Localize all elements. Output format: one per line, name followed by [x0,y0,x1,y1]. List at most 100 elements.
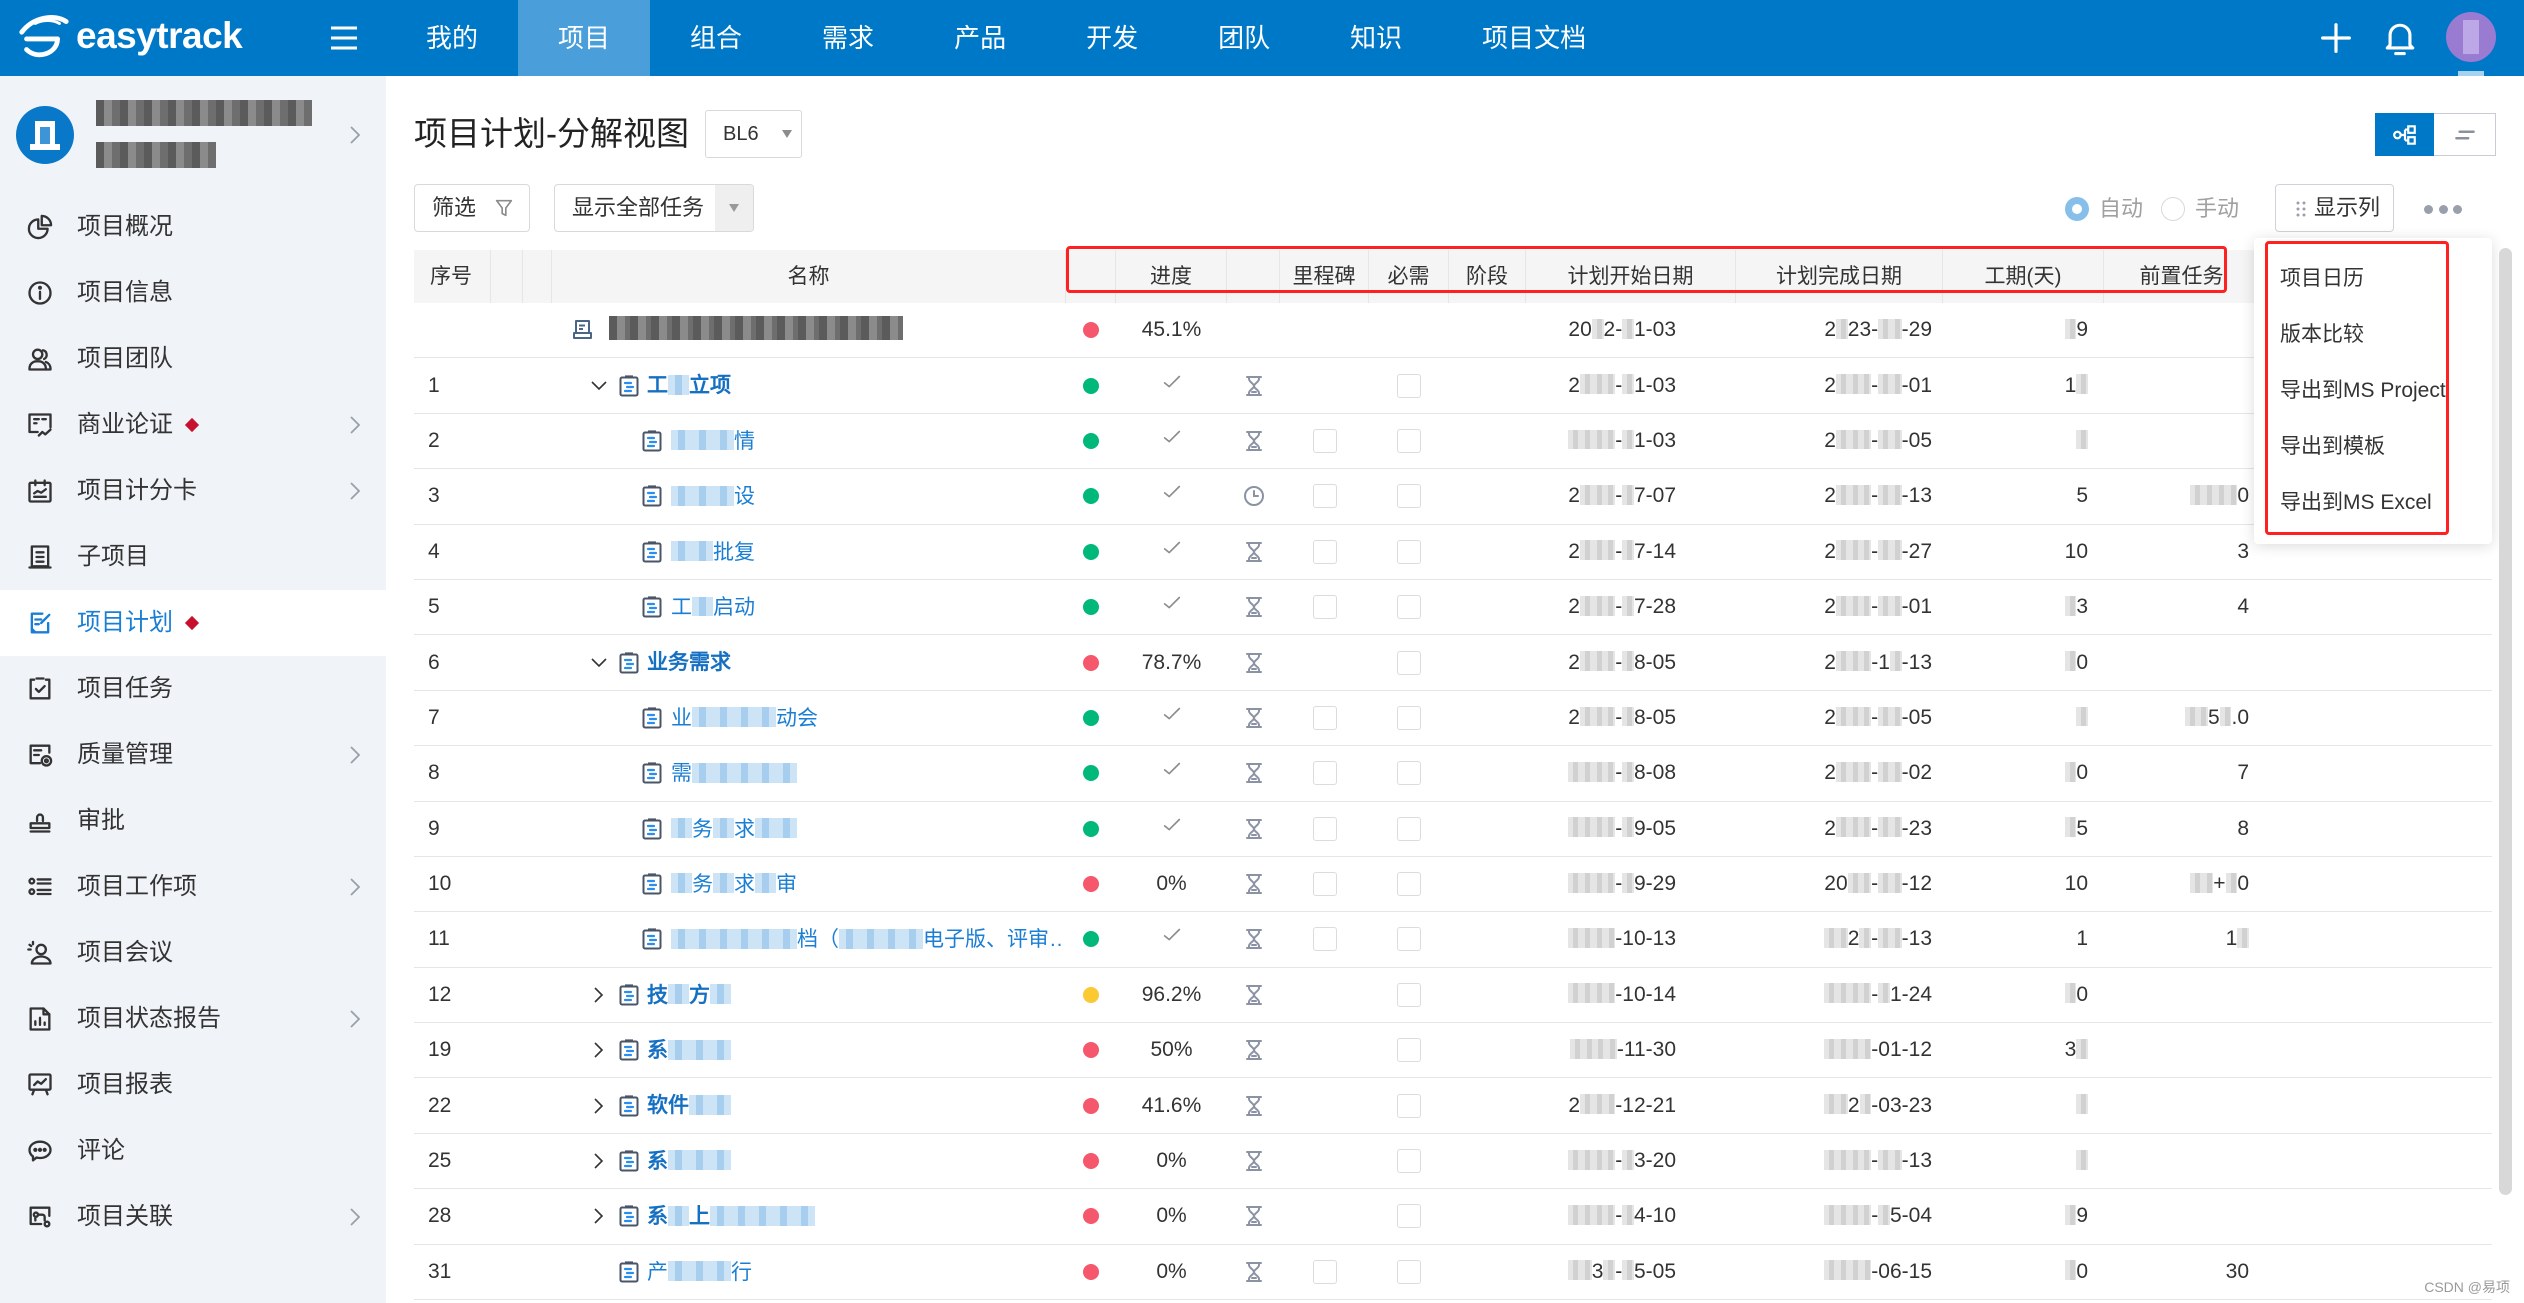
chevron-right-icon[interactable] [346,123,364,147]
column-header-phase[interactable]: 阶段 [1449,250,1526,303]
sidebar-item-subprojects[interactable]: 子项目 [0,524,386,590]
table-row[interactable]: 25 系 0% -3-20 - -13 [414,1133,2492,1190]
table-row[interactable]: 6 业务需求 78.7% 2-8-05 2 -1 -13 0 [414,635,2492,691]
tree-view-button[interactable] [2375,113,2434,156]
nav-tab-mine[interactable]: 我的 [386,0,518,76]
task-name-link[interactable]: 业动会 [671,691,818,745]
chevron-right-icon[interactable] [346,413,364,437]
nav-tab-products[interactable]: 产品 [914,0,1046,76]
table-row[interactable]: 2 情 -1-03 2- -05 [414,413,2492,470]
column-header-duration[interactable]: 工期(天) [1943,250,2104,303]
list-view-button[interactable] [2434,113,2496,156]
required-checkbox[interactable] [1397,539,1421,564]
column-header-planned-finish[interactable]: 计划完成日期 [1736,250,1943,303]
column-header-required[interactable]: 必需 [1369,250,1449,303]
task-name-link[interactable]: 设 [671,469,755,523]
table-row[interactable]: 9 务求 -9-05 2- -23 5 8 [414,801,2492,857]
sidebar-item-tasks[interactable]: 项目任务 [0,656,386,722]
task-name-link[interactable]: 业务需求 [647,635,731,689]
required-checkbox[interactable] [1397,595,1421,620]
task-name-link[interactable]: 系上 [647,1189,815,1243]
easytrack-logo-icon[interactable] [14,9,72,67]
nav-tab-portfolio[interactable]: 组合 [650,0,782,76]
required-checkbox[interactable] [1397,927,1421,952]
chevron-right-icon[interactable] [589,1151,609,1171]
chevron-right-icon[interactable] [589,1206,609,1226]
menu-item-version-compare[interactable]: 版本比较 [2280,307,2364,363]
sidebar-item-business-case[interactable]: 商业论证 [0,392,386,458]
menu-item-export-template[interactable]: 导出到模板 [2280,419,2385,475]
sidebar-item-status-report[interactable]: 项目状态报告 [0,986,386,1052]
chevron-right-icon[interactable] [589,1096,609,1116]
required-checkbox[interactable] [1397,982,1421,1007]
sidebar-item-info[interactable]: 项目信息 [0,260,386,326]
schedule-mode-manual-label[interactable]: 手动 [2195,190,2239,228]
vertical-scrollbar[interactable] [2499,248,2512,1195]
required-checkbox[interactable] [1397,650,1421,675]
chevron-right-icon[interactable] [346,1007,364,1031]
required-checkbox[interactable] [1397,1259,1421,1284]
column-header-planned-start[interactable]: 计划开始日期 [1526,250,1736,303]
schedule-mode-manual-radio[interactable] [2161,197,2185,221]
sidebar-item-overview[interactable]: 项目概况 [0,194,386,260]
column-header-name[interactable]: 名称 [552,250,1066,303]
menu-item-project-calendar[interactable]: 项目日历 [2280,251,2364,307]
required-checkbox[interactable] [1397,1038,1421,1063]
milestone-checkbox[interactable] [1312,872,1337,897]
chevron-right-icon[interactable] [346,1205,364,1229]
sidebar-item-plan[interactable]: 项目计划 [0,590,386,656]
chevron-right-icon[interactable] [346,743,364,767]
chevron-down-icon[interactable] [589,376,609,396]
milestone-checkbox[interactable] [1312,539,1337,564]
table-row[interactable]: 28 系上 0% -4-10 -5-04 9 [414,1189,2492,1245]
table-row[interactable]: 7 业动会 2-8-05 2- -05 5.0 [414,690,2492,747]
chevron-right-icon[interactable] [589,1040,609,1060]
more-actions-button[interactable] [2424,200,2462,218]
required-checkbox[interactable] [1397,1204,1421,1229]
chevron-down-icon[interactable] [589,653,609,673]
task-name-link[interactable]: 产行 [647,1245,752,1299]
table-row[interactable]: 4 批复 2-7-14 2- -27 10 3 [414,524,2492,580]
select-arrow[interactable] [715,185,753,231]
table-row[interactable]: 5 工启动 2-7-28 2- -01 3 4 [414,579,2492,636]
milestone-checkbox[interactable] [1312,816,1337,841]
required-checkbox[interactable] [1397,1093,1421,1118]
menu-item-export-ms-project[interactable]: 导出到MS Project [2280,363,2446,419]
required-checkbox[interactable] [1397,872,1421,897]
required-checkbox[interactable] [1397,428,1421,453]
table-row[interactable]: 11档（电子版、评审…-10-132--1311 [414,912,2492,968]
sidebar-item-team[interactable]: 项目团队 [0,326,386,392]
table-row[interactable]: 8 需 -8-08 2- -02 0 7 [414,746,2492,802]
chevron-right-icon[interactable] [346,875,364,899]
task-name-link[interactable]: 工立项 [647,358,731,412]
task-filter-select[interactable]: 显示全部任务 [554,184,754,232]
milestone-checkbox[interactable] [1312,705,1337,730]
sidebar-item-scorecard[interactable]: 项目计分卡 [0,458,386,524]
nav-tab-development[interactable]: 开发 [1046,0,1178,76]
required-checkbox[interactable] [1397,816,1421,841]
nav-tab-requirements[interactable]: 需求 [782,0,914,76]
milestone-checkbox[interactable] [1312,484,1337,509]
nav-tab-knowledge[interactable]: 知识 [1310,0,1442,76]
chevron-right-icon[interactable] [346,479,364,503]
user-avatar[interactable] [2446,12,2496,62]
project-name[interactable] [96,100,312,128]
milestone-checkbox[interactable] [1312,595,1337,620]
milestone-checkbox[interactable] [1312,927,1337,952]
table-row[interactable]: 45.1% 20 2- 1-03 2 23- -29 9 [414,303,2492,359]
table-row[interactable]: 3 设 2-7-07 2- -13 5 0 [414,469,2492,525]
nav-tab-team[interactable]: 团队 [1178,0,1310,76]
baseline-select[interactable]: BL6 [705,110,802,158]
menu-item-export-ms-excel[interactable]: 导出到MS Excel [2280,475,2432,531]
plus-icon[interactable] [2320,22,2352,54]
bell-icon[interactable] [2383,19,2417,57]
table-row[interactable]: 12 技方 96.2% -10-14 -1-24 0 [414,967,2492,1024]
task-name-link[interactable] [609,303,903,357]
table-row[interactable]: 22 软件 41.6% 2 -12-21 2 -03-23 [414,1078,2492,1134]
table-row[interactable]: 19 系 50% -11-30 -01-12 3 [414,1023,2492,1079]
nav-tab-project[interactable]: 项目 [518,0,651,76]
show-columns-button[interactable]: 显示列 [2275,184,2394,232]
task-name-link[interactable]: 批复 [671,525,755,579]
column-header-progress[interactable]: 进度 [1116,250,1227,303]
required-checkbox[interactable] [1397,373,1421,398]
